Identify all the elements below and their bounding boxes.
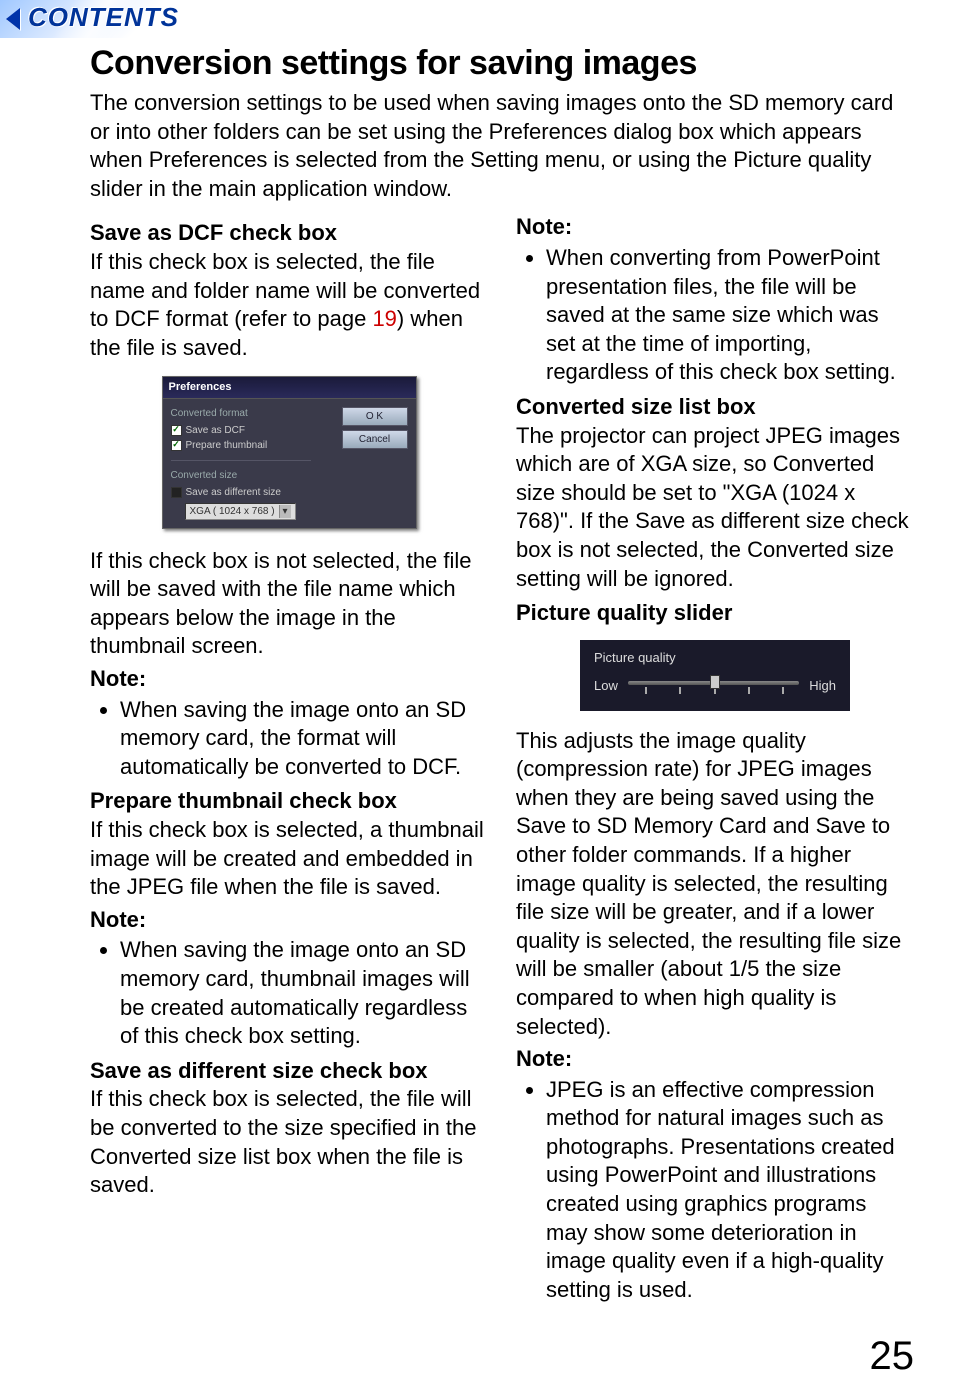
- para-thumbnail: If this check box is selected, a thumbna…: [90, 816, 488, 902]
- heading-prepare-thumbnail: Prepare thumbnail check box: [90, 787, 488, 816]
- left-column: Save as DCF check box If this check box …: [90, 213, 488, 1310]
- chevron-down-icon: ▾: [279, 505, 291, 518]
- back-arrow-icon: [6, 8, 20, 30]
- check-icon: ✓: [171, 440, 182, 451]
- chk-label-thumb: Prepare thumbnail: [186, 439, 268, 452]
- converted-size-select[interactable]: XGA ( 1024 x 768 ) ▾: [185, 503, 296, 520]
- heading-different-size: Save as different size check box: [90, 1057, 488, 1086]
- pq-tick: [679, 687, 681, 694]
- prefs-divider: [171, 460, 312, 461]
- chk-label-size: Save as different size: [186, 486, 281, 499]
- checkbox-different-size[interactable]: ✓ Save as different size: [171, 486, 312, 499]
- prefs-group-format: Converted format: [171, 407, 312, 420]
- preferences-dialog: Preferences Converted format ✓ Save as D…: [162, 376, 417, 528]
- ok-button[interactable]: O K: [342, 407, 408, 426]
- size-option-label: XGA ( 1024 x 768 ): [190, 506, 275, 517]
- cancel-button[interactable]: Cancel: [342, 430, 408, 449]
- para-dcf-2: If this check box is not selected, the f…: [90, 547, 488, 661]
- heading-save-as-dcf: Save as DCF check box: [90, 219, 488, 248]
- page-ref-link[interactable]: 19: [372, 306, 396, 331]
- uncheck-icon: ✓: [171, 487, 182, 498]
- note-item-1: When saving the image onto an SD memory …: [120, 696, 488, 782]
- prefs-group-size: Converted size: [171, 469, 312, 482]
- check-icon: ✓: [171, 425, 182, 436]
- checkbox-prepare-thumbnail[interactable]: ✓ Prepare thumbnail: [171, 439, 312, 452]
- pq-tick: [782, 687, 784, 694]
- pq-low-label: Low: [594, 678, 618, 695]
- para-dcf-1: If this check box is selected, the file …: [90, 248, 488, 362]
- pq-slider[interactable]: [628, 677, 799, 697]
- pq-tick: [748, 687, 750, 694]
- para-picture-quality: This adjusts the image quality (compress…: [516, 727, 914, 1042]
- heading-picture-quality: Picture quality slider: [516, 599, 914, 628]
- chk-label-dcf: Save as DCF: [186, 424, 245, 437]
- note-label-3: Note:: [516, 214, 572, 239]
- contents-banner[interactable]: CONTENTS: [0, 0, 200, 38]
- page-number: 25: [0, 1334, 954, 1379]
- pq-high-label: High: [809, 678, 836, 695]
- note-item-2: When saving the image onto an SD memory …: [120, 936, 488, 1050]
- prefs-titlebar: Preferences: [163, 377, 416, 398]
- contents-label: CONTENTS: [28, 2, 179, 33]
- pq-title: Picture quality: [594, 650, 836, 667]
- heading-converted-size-list: Converted size list box: [516, 393, 914, 422]
- para-converted-size: The projector can project JPEG images wh…: [516, 422, 914, 594]
- pq-thumb[interactable]: [710, 675, 720, 689]
- para-different-size: If this check box is selected, the file …: [90, 1085, 488, 1199]
- right-column: Note: When converting from PowerPoint pr…: [516, 213, 914, 1310]
- checkbox-save-as-dcf[interactable]: ✓ Save as DCF: [171, 424, 312, 437]
- note-label-2: Note:: [90, 907, 146, 932]
- picture-quality-panel: Picture quality Low High: [580, 640, 850, 711]
- note-label-4: Note:: [516, 1046, 572, 1071]
- intro-paragraph: The conversion settings to be used when …: [90, 89, 914, 203]
- note-item-3: When converting from PowerPoint presenta…: [546, 244, 914, 387]
- pq-tick: [645, 687, 647, 694]
- note-label-1: Note:: [90, 666, 146, 691]
- note-item-4: JPEG is an effective compression method …: [546, 1076, 914, 1305]
- page-title: Conversion settings for saving images: [90, 44, 914, 83]
